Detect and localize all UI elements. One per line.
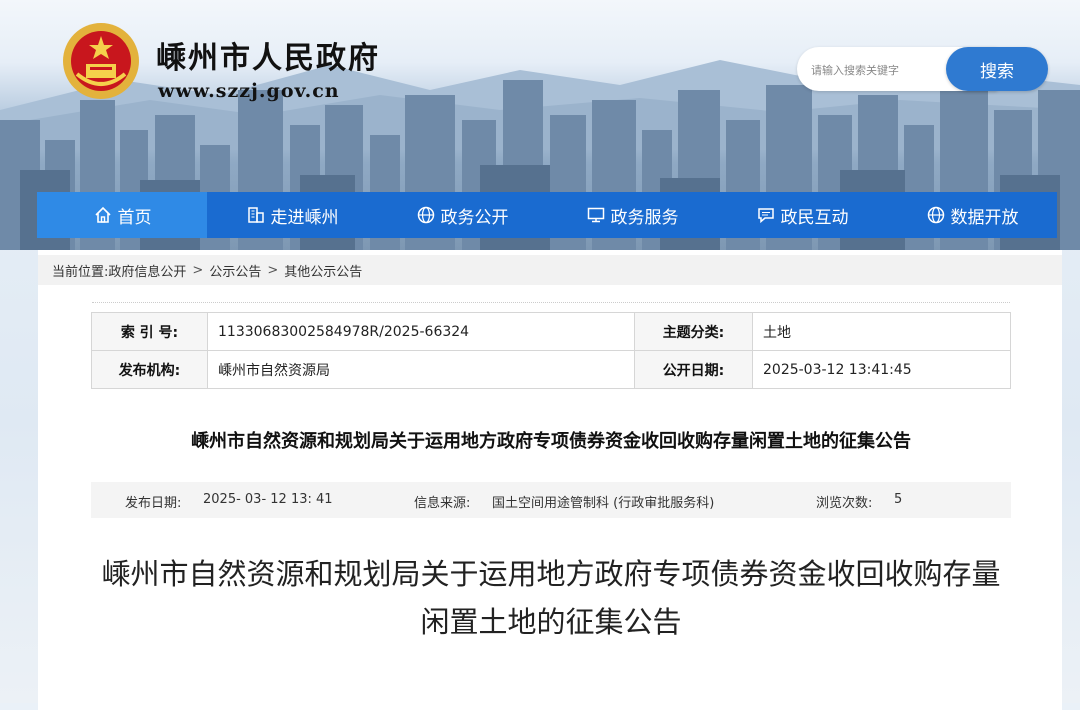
nav-label: 数据开放 <box>950 207 1019 228</box>
site-title: 嵊州市人民政府 <box>156 41 380 76</box>
article-heading-line: 嵊州市自然资源和规划局关于运用地方政府专项债券资金收回收购存量 <box>101 557 1001 591</box>
nav-label: 走进嵊州 <box>270 207 339 228</box>
search-input[interactable] <box>809 47 953 93</box>
building-icon <box>247 207 264 223</box>
index-value: 11330683002584978R/2025-66324 <box>207 312 635 351</box>
national-emblem-icon <box>63 23 139 99</box>
breadcrumb-separator: > <box>192 262 204 278</box>
views-label: 浏览次数: <box>816 496 873 511</box>
nav-item-services[interactable]: 政务服务 <box>547 192 717 238</box>
nav-label: 政务服务 <box>610 207 679 228</box>
nav-item-interaction[interactable]: 政民互动 <box>717 192 887 238</box>
monitor-icon <box>587 207 604 223</box>
nav-label: 首页 <box>117 207 152 228</box>
topic-label: 主题分类: <box>634 312 753 351</box>
home-icon <box>94 206 111 223</box>
nav-item-open-data[interactable]: 数据开放 <box>887 192 1057 238</box>
divider <box>92 302 1010 303</box>
index-label: 索 引 号: <box>91 312 208 351</box>
breadcrumb-prefix: 当前位置: <box>52 264 109 280</box>
globe-icon <box>417 206 434 224</box>
source-value: 国土空间用途管制科 (行政审批服务科) <box>492 496 715 511</box>
open-date-value: 2025-03-12 13:41:45 <box>752 350 1011 389</box>
nav-item-about[interactable]: 走进嵊州 <box>207 192 377 238</box>
metadata-table: 索 引 号: 11330683002584978R/2025-66324 主题分… <box>91 312 1011 389</box>
publisher-label: 发布机构: <box>91 350 208 389</box>
publish-date-label: 发布日期: <box>125 496 182 511</box>
breadcrumb-item[interactable]: 政府信息公开 <box>108 261 186 280</box>
table-row: 索 引 号: 11330683002584978R/2025-66324 主题分… <box>91 312 1011 351</box>
nav-label: 政务公开 <box>440 207 509 228</box>
nav-label: 政民互动 <box>780 207 849 228</box>
source-label: 信息来源: <box>414 496 471 511</box>
breadcrumb-separator: > <box>267 262 279 278</box>
document-info-bar: 发布日期: 2025- 03- 12 13: 41 信息来源: 国土空间用途管制… <box>91 482 1011 518</box>
open-date-label: 公开日期: <box>634 350 753 389</box>
publish-date-value: 2025- 03- 12 13: 41 <box>203 492 333 507</box>
document-title: 嵊州市自然资源和规划局关于运用地方政府专项债券资金收回收购存量闲置土地的征集公告 <box>191 431 911 452</box>
globe-icon <box>927 206 944 224</box>
search-button[interactable]: 搜索 <box>946 47 1048 91</box>
topic-value: 土地 <box>752 312 1011 351</box>
table-row: 发布机构: 嵊州市自然资源局 公开日期: 2025-03-12 13:41:45 <box>91 350 1011 389</box>
breadcrumb-item[interactable]: 其他公示公告 <box>284 261 362 280</box>
chat-icon <box>757 208 774 224</box>
publisher-value: 嵊州市自然资源局 <box>207 350 635 389</box>
site-url: www.szzj.gov.cn <box>158 80 340 102</box>
breadcrumb-item[interactable]: 公示公告 <box>209 261 261 280</box>
breadcrumb: 当前位置: 政府信息公开 > 公示公告 > 其他公示公告 <box>38 255 1062 285</box>
nav-item-gov-affairs[interactable]: 政务公开 <box>377 192 547 238</box>
article-heading-line: 闲置土地的征集公告 <box>420 605 682 639</box>
nav-item-home[interactable]: 首页 <box>37 192 207 238</box>
article-heading: 嵊州市自然资源和规划局关于运用地方政府专项债券资金收回收购存量 闲置土地的征集公… <box>91 550 1011 646</box>
main-nav: 首页 走进嵊州 政务公开 政务服务 政民互动 数据开放 <box>37 192 1057 238</box>
views-value: 5 <box>894 492 903 507</box>
